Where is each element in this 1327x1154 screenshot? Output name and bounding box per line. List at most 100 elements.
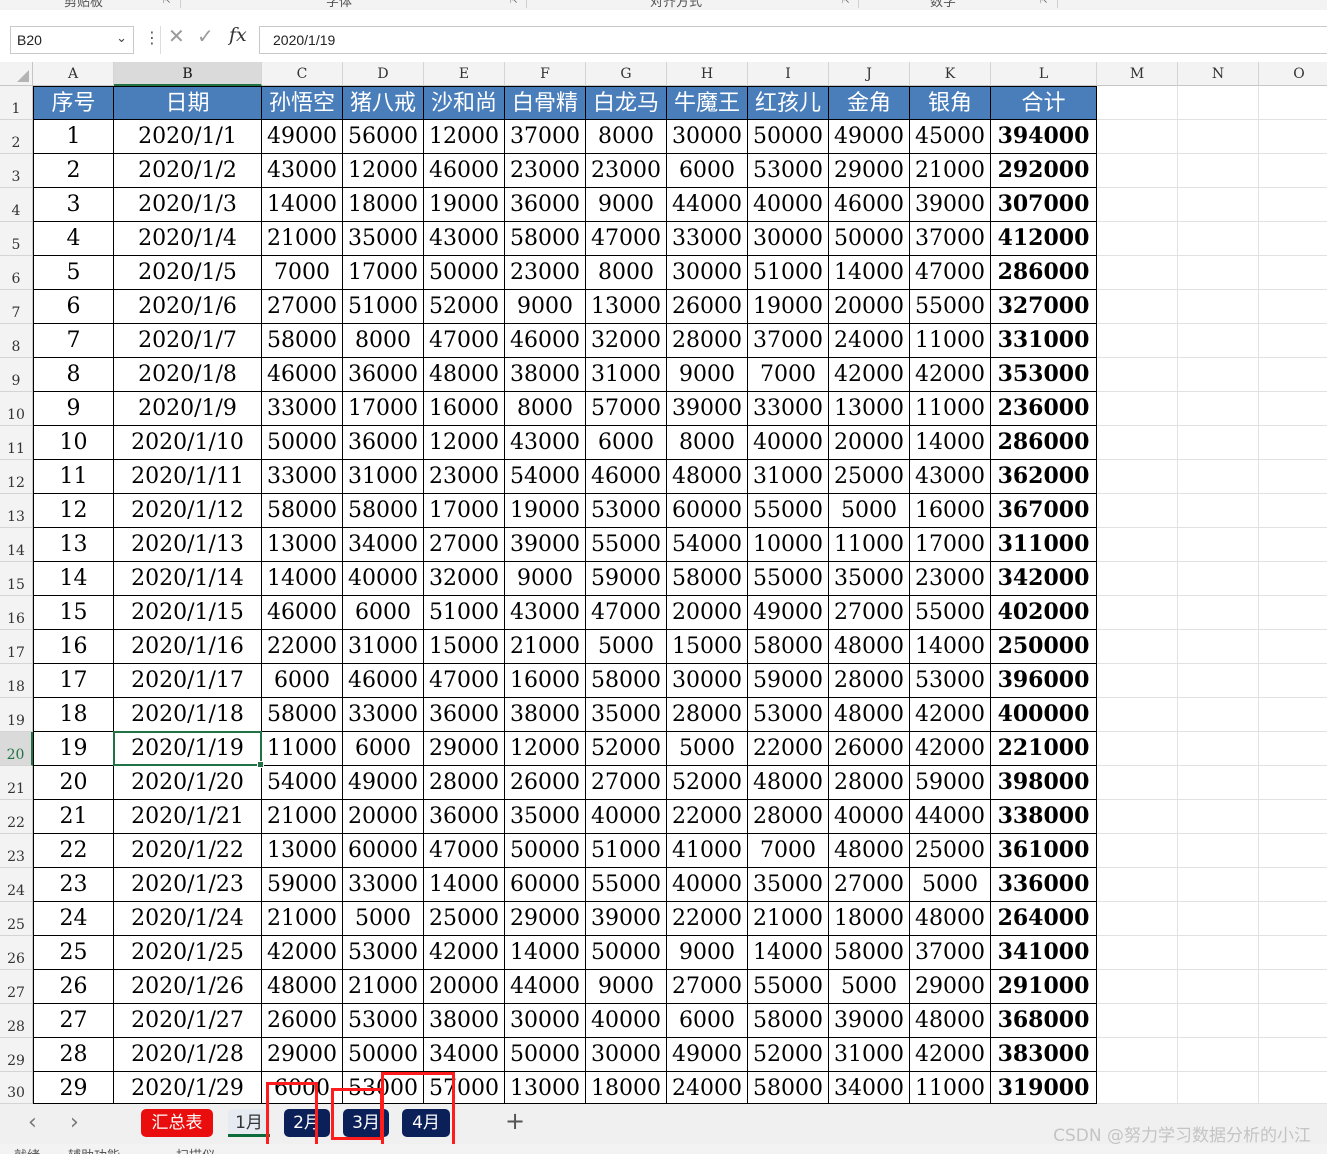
table-cell[interactable]: 17000 bbox=[910, 528, 991, 562]
column-header-f[interactable]: F bbox=[505, 62, 586, 86]
table-cell[interactable]: 13000 bbox=[262, 834, 343, 868]
table-cell[interactable]: 50000 bbox=[262, 426, 343, 460]
table-cell[interactable]: 28000 bbox=[424, 766, 505, 800]
table-cell[interactable]: 53000 bbox=[586, 494, 667, 528]
table-cell[interactable]: 31000 bbox=[748, 460, 829, 494]
header-cell[interactable]: 沙和尚 bbox=[424, 86, 505, 120]
table-cell[interactable]: 12000 bbox=[505, 732, 586, 766]
table-cell[interactable]: 38000 bbox=[505, 698, 586, 732]
table-cell[interactable]: 21000 bbox=[343, 970, 424, 1004]
table-cell[interactable]: 412000 bbox=[991, 222, 1097, 256]
table-cell[interactable]: 11000 bbox=[910, 324, 991, 358]
table-cell[interactable]: 23000 bbox=[586, 154, 667, 188]
header-cell[interactable]: 红孩儿 bbox=[748, 86, 829, 120]
row-header[interactable]: 2 bbox=[0, 120, 33, 154]
table-cell[interactable]: 22000 bbox=[667, 800, 748, 834]
table-cell[interactable]: 26000 bbox=[667, 290, 748, 324]
row-header[interactable]: 27 bbox=[0, 970, 33, 1004]
row-header[interactable]: 12 bbox=[0, 460, 33, 494]
table-cell[interactable]: 5000 bbox=[667, 732, 748, 766]
table-cell[interactable]: 38000 bbox=[424, 1004, 505, 1038]
table-cell[interactable]: 24000 bbox=[829, 324, 910, 358]
table-cell[interactable]: 50000 bbox=[424, 256, 505, 290]
table-cell[interactable]: 57000 bbox=[424, 1072, 505, 1104]
table-cell[interactable]: 59000 bbox=[586, 562, 667, 596]
table-cell[interactable]: 36000 bbox=[505, 188, 586, 222]
table-cell[interactable]: 43000 bbox=[910, 460, 991, 494]
table-cell[interactable]: 20 bbox=[33, 766, 114, 800]
table-cell[interactable]: 33000 bbox=[343, 698, 424, 732]
row-header[interactable]: 15 bbox=[0, 562, 33, 596]
insert-function-icon[interactable]: fx bbox=[229, 24, 247, 46]
header-cell[interactable]: 牛魔王 bbox=[667, 86, 748, 120]
table-cell[interactable]: 20000 bbox=[343, 800, 424, 834]
table-cell[interactable]: 361000 bbox=[991, 834, 1097, 868]
table-cell[interactable]: 7000 bbox=[748, 358, 829, 392]
table-cell[interactable]: 8000 bbox=[586, 256, 667, 290]
row-header[interactable]: 7 bbox=[0, 290, 33, 324]
table-cell[interactable]: 7000 bbox=[748, 834, 829, 868]
table-cell[interactable]: 6000 bbox=[343, 596, 424, 630]
table-cell[interactable]: 30000 bbox=[505, 1004, 586, 1038]
table-cell[interactable]: 25000 bbox=[829, 460, 910, 494]
table-cell[interactable]: 2020/1/27 bbox=[114, 1004, 262, 1038]
table-cell[interactable]: 34000 bbox=[424, 1038, 505, 1072]
table-cell[interactable]: 20000 bbox=[424, 970, 505, 1004]
column-header-o[interactable]: O bbox=[1259, 62, 1327, 86]
table-cell[interactable]: 3 bbox=[33, 188, 114, 222]
table-cell[interactable]: 338000 bbox=[991, 800, 1097, 834]
table-cell[interactable]: 9000 bbox=[586, 970, 667, 1004]
table-cell[interactable]: 36000 bbox=[424, 800, 505, 834]
table-cell[interactable]: 46000 bbox=[586, 460, 667, 494]
table-cell[interactable]: 14000 bbox=[829, 256, 910, 290]
table-cell[interactable]: 41000 bbox=[667, 834, 748, 868]
table-cell[interactable]: 2020/1/8 bbox=[114, 358, 262, 392]
table-cell[interactable]: 25 bbox=[33, 936, 114, 970]
table-cell[interactable]: 59000 bbox=[910, 766, 991, 800]
table-cell[interactable]: 46000 bbox=[343, 664, 424, 698]
column-header-n[interactable]: N bbox=[1178, 62, 1259, 86]
row-header[interactable]: 4 bbox=[0, 188, 33, 222]
table-cell[interactable]: 58000 bbox=[748, 1004, 829, 1038]
table-cell[interactable]: 37000 bbox=[505, 120, 586, 154]
table-cell[interactable]: 21000 bbox=[505, 630, 586, 664]
table-cell[interactable]: 53000 bbox=[748, 154, 829, 188]
table-cell[interactable]: 8 bbox=[33, 358, 114, 392]
table-cell[interactable]: 58000 bbox=[586, 664, 667, 698]
row-header[interactable]: 26 bbox=[0, 936, 33, 970]
header-cell[interactable]: 合计 bbox=[991, 86, 1097, 120]
table-cell[interactable]: 2020/1/20 bbox=[114, 766, 262, 800]
table-cell[interactable]: 58000 bbox=[262, 698, 343, 732]
table-cell[interactable]: 31000 bbox=[343, 460, 424, 494]
table-cell[interactable]: 28000 bbox=[748, 800, 829, 834]
column-header-e[interactable]: E bbox=[424, 62, 505, 86]
table-cell[interactable]: 33000 bbox=[667, 222, 748, 256]
table-cell[interactable]: 50000 bbox=[586, 936, 667, 970]
table-cell[interactable]: 21000 bbox=[262, 902, 343, 936]
table-cell[interactable]: 30000 bbox=[586, 1038, 667, 1072]
table-cell[interactable]: 17000 bbox=[343, 256, 424, 290]
table-cell[interactable]: 49000 bbox=[343, 766, 424, 800]
header-cell[interactable]: 金角 bbox=[829, 86, 910, 120]
dialog-launcher-icon[interactable]: ⇱ bbox=[510, 0, 518, 6]
table-cell[interactable]: 40000 bbox=[586, 1004, 667, 1038]
table-cell[interactable]: 9000 bbox=[667, 936, 748, 970]
table-cell[interactable]: 336000 bbox=[991, 868, 1097, 902]
table-cell[interactable]: 26000 bbox=[262, 1004, 343, 1038]
table-cell[interactable]: 58000 bbox=[343, 494, 424, 528]
table-cell[interactable]: 27000 bbox=[829, 868, 910, 902]
sheet-tab-jan[interactable]: 1月 bbox=[228, 1109, 270, 1137]
table-cell[interactable]: 24000 bbox=[667, 1072, 748, 1104]
row-header[interactable]: 3 bbox=[0, 154, 33, 188]
table-cell[interactable]: 5000 bbox=[343, 902, 424, 936]
table-cell[interactable]: 13000 bbox=[262, 528, 343, 562]
table-cell[interactable]: 8000 bbox=[667, 426, 748, 460]
table-cell[interactable]: 33000 bbox=[343, 868, 424, 902]
table-cell[interactable]: 46000 bbox=[505, 324, 586, 358]
table-cell[interactable]: 2020/1/21 bbox=[114, 800, 262, 834]
table-cell[interactable]: 43000 bbox=[262, 154, 343, 188]
table-cell[interactable]: 18000 bbox=[343, 188, 424, 222]
table-cell[interactable]: 29000 bbox=[829, 154, 910, 188]
table-cell[interactable]: 16 bbox=[33, 630, 114, 664]
row-header[interactable]: 14 bbox=[0, 528, 33, 562]
